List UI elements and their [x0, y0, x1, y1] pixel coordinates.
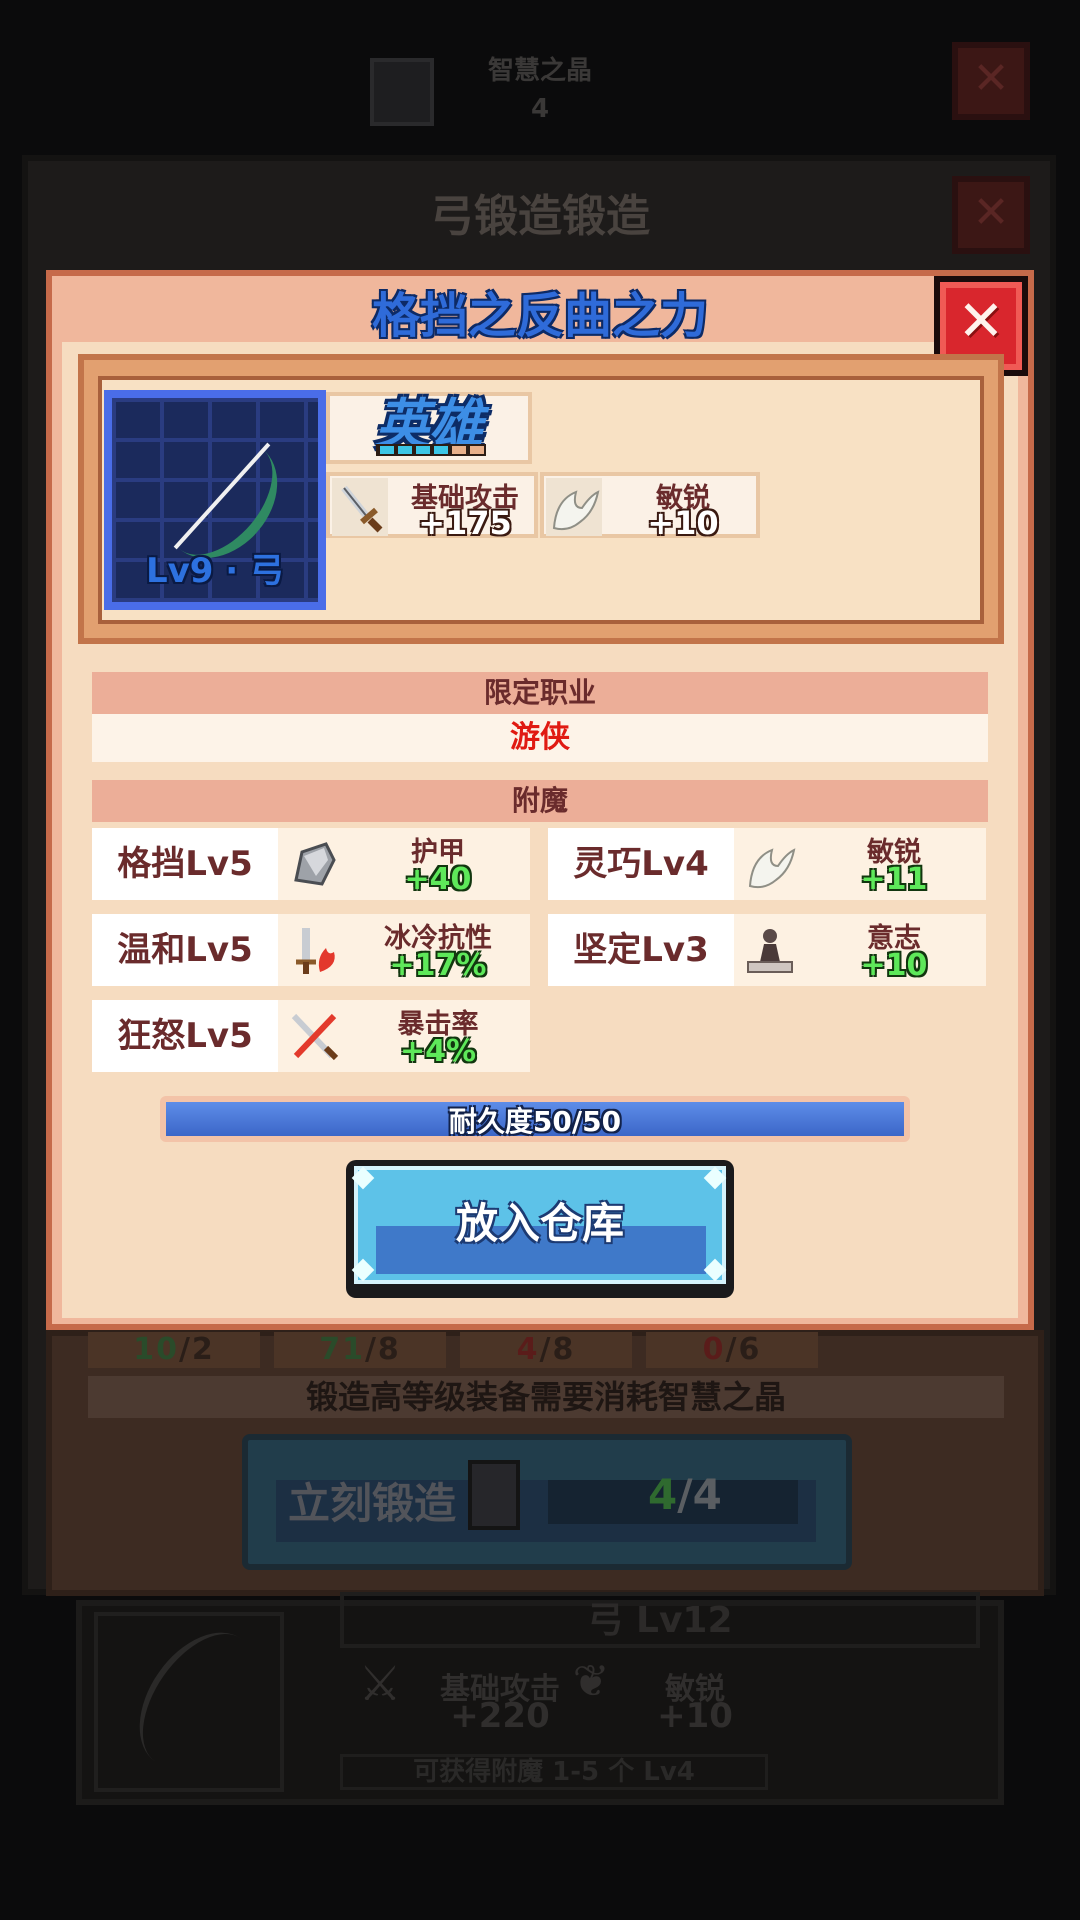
- rarity-segment: [380, 446, 394, 454]
- top-close-button[interactable]: ✕: [952, 42, 1030, 120]
- shield-stone-icon: [294, 842, 336, 886]
- rarity-segment: [398, 446, 412, 454]
- next-item-level: 弓 Lv12: [340, 1592, 980, 1648]
- enchant-row: 灵巧Lv4 敏锐 +11: [548, 828, 986, 900]
- enchant-label: 狂怒Lv5: [92, 1000, 278, 1072]
- enchant-value: +4%: [399, 1034, 477, 1069]
- top-resource-count: 4: [530, 94, 550, 124]
- forge-now-button[interactable]: 立刻锻造 4/4: [242, 1434, 852, 1570]
- wisdom-crystal-icon: [468, 1460, 520, 1530]
- enchant-label: 坚定Lv3: [548, 914, 734, 986]
- close-icon: ✕: [972, 187, 1010, 238]
- enchant-value: +40: [404, 862, 472, 897]
- enchant-row: 坚定Lv3 意志 +10: [548, 914, 986, 986]
- next-stat-value-2: +10: [657, 1696, 733, 1736]
- enchant-row: 格挡Lv5 护甲 +40: [92, 828, 530, 900]
- item-name-title: 格挡之反曲之力: [371, 288, 708, 344]
- forge-cost-count: 4/4: [648, 1470, 722, 1519]
- forge-panel-title: 弓锻造锻造: [430, 191, 650, 242]
- item-icon: Lv9 · 弓: [104, 390, 326, 610]
- stat-box-acuity: 敏锐 +10: [540, 472, 760, 542]
- material-count-2: 71/8: [274, 1332, 446, 1368]
- forge-note: 锻造高等级装备需要消耗智慧之晶: [88, 1376, 1004, 1418]
- flame-sword-icon: [296, 928, 335, 974]
- stat-value: +10: [647, 504, 719, 542]
- sword-icon: [332, 478, 388, 536]
- item-level-label: Lv9 · 弓: [145, 551, 285, 591]
- durability-label: 耐久度50/50: [448, 1105, 622, 1138]
- rarity-segment: [416, 446, 430, 454]
- close-icon: ✕: [957, 289, 1005, 354]
- statue-icon: [747, 929, 793, 973]
- enchant-value: +10: [860, 948, 928, 983]
- enchant-label: 格挡Lv5: [92, 828, 278, 900]
- enchant-label: 灵巧Lv4: [548, 828, 734, 900]
- wing-icon: [748, 848, 796, 889]
- material-count-4: 0/6: [646, 1332, 818, 1368]
- wing-icon: [546, 478, 602, 536]
- enchant-row: 温和Lv5 冰冷抗性 +17%: [92, 914, 530, 986]
- enchant-header: 附魔: [92, 780, 988, 822]
- close-icon: ✕: [972, 53, 1010, 104]
- sword-icon: ⚔: [358, 1656, 402, 1712]
- rarity-segment: [470, 446, 484, 454]
- rarity-segment: [452, 446, 466, 454]
- class-restriction-header: 限定职业: [92, 672, 988, 714]
- wing-icon: ❦: [572, 1656, 610, 1707]
- rarity-segment: [434, 446, 448, 454]
- stat-value: +175: [418, 504, 512, 542]
- put-in-storage-label: 放入仓库: [455, 1199, 624, 1248]
- forge-button-label: 立刻锻造: [288, 1479, 457, 1528]
- crossed-swords-icon: [291, 1013, 339, 1061]
- enchant-value: +11: [860, 862, 928, 897]
- stat-box-attack: 基础攻击 +175: [326, 472, 538, 542]
- enchant-value: +17%: [389, 948, 487, 983]
- material-count-3: 4/8: [460, 1332, 632, 1368]
- enchant-label: 温和Lv5: [92, 914, 278, 986]
- class-restriction-value: 游侠: [92, 714, 988, 762]
- material-count-1: 10/2: [88, 1332, 260, 1368]
- enchant-row: 狂怒Lv5 暴击率 +4%: [92, 1000, 530, 1072]
- forge-panel-close-button[interactable]: ✕: [952, 176, 1030, 254]
- rarity-bar: [376, 444, 486, 456]
- next-item-note: 可获得附魔 1-5 个 Lv4: [340, 1754, 768, 1790]
- top-resource-label: 智慧之晶: [487, 56, 592, 86]
